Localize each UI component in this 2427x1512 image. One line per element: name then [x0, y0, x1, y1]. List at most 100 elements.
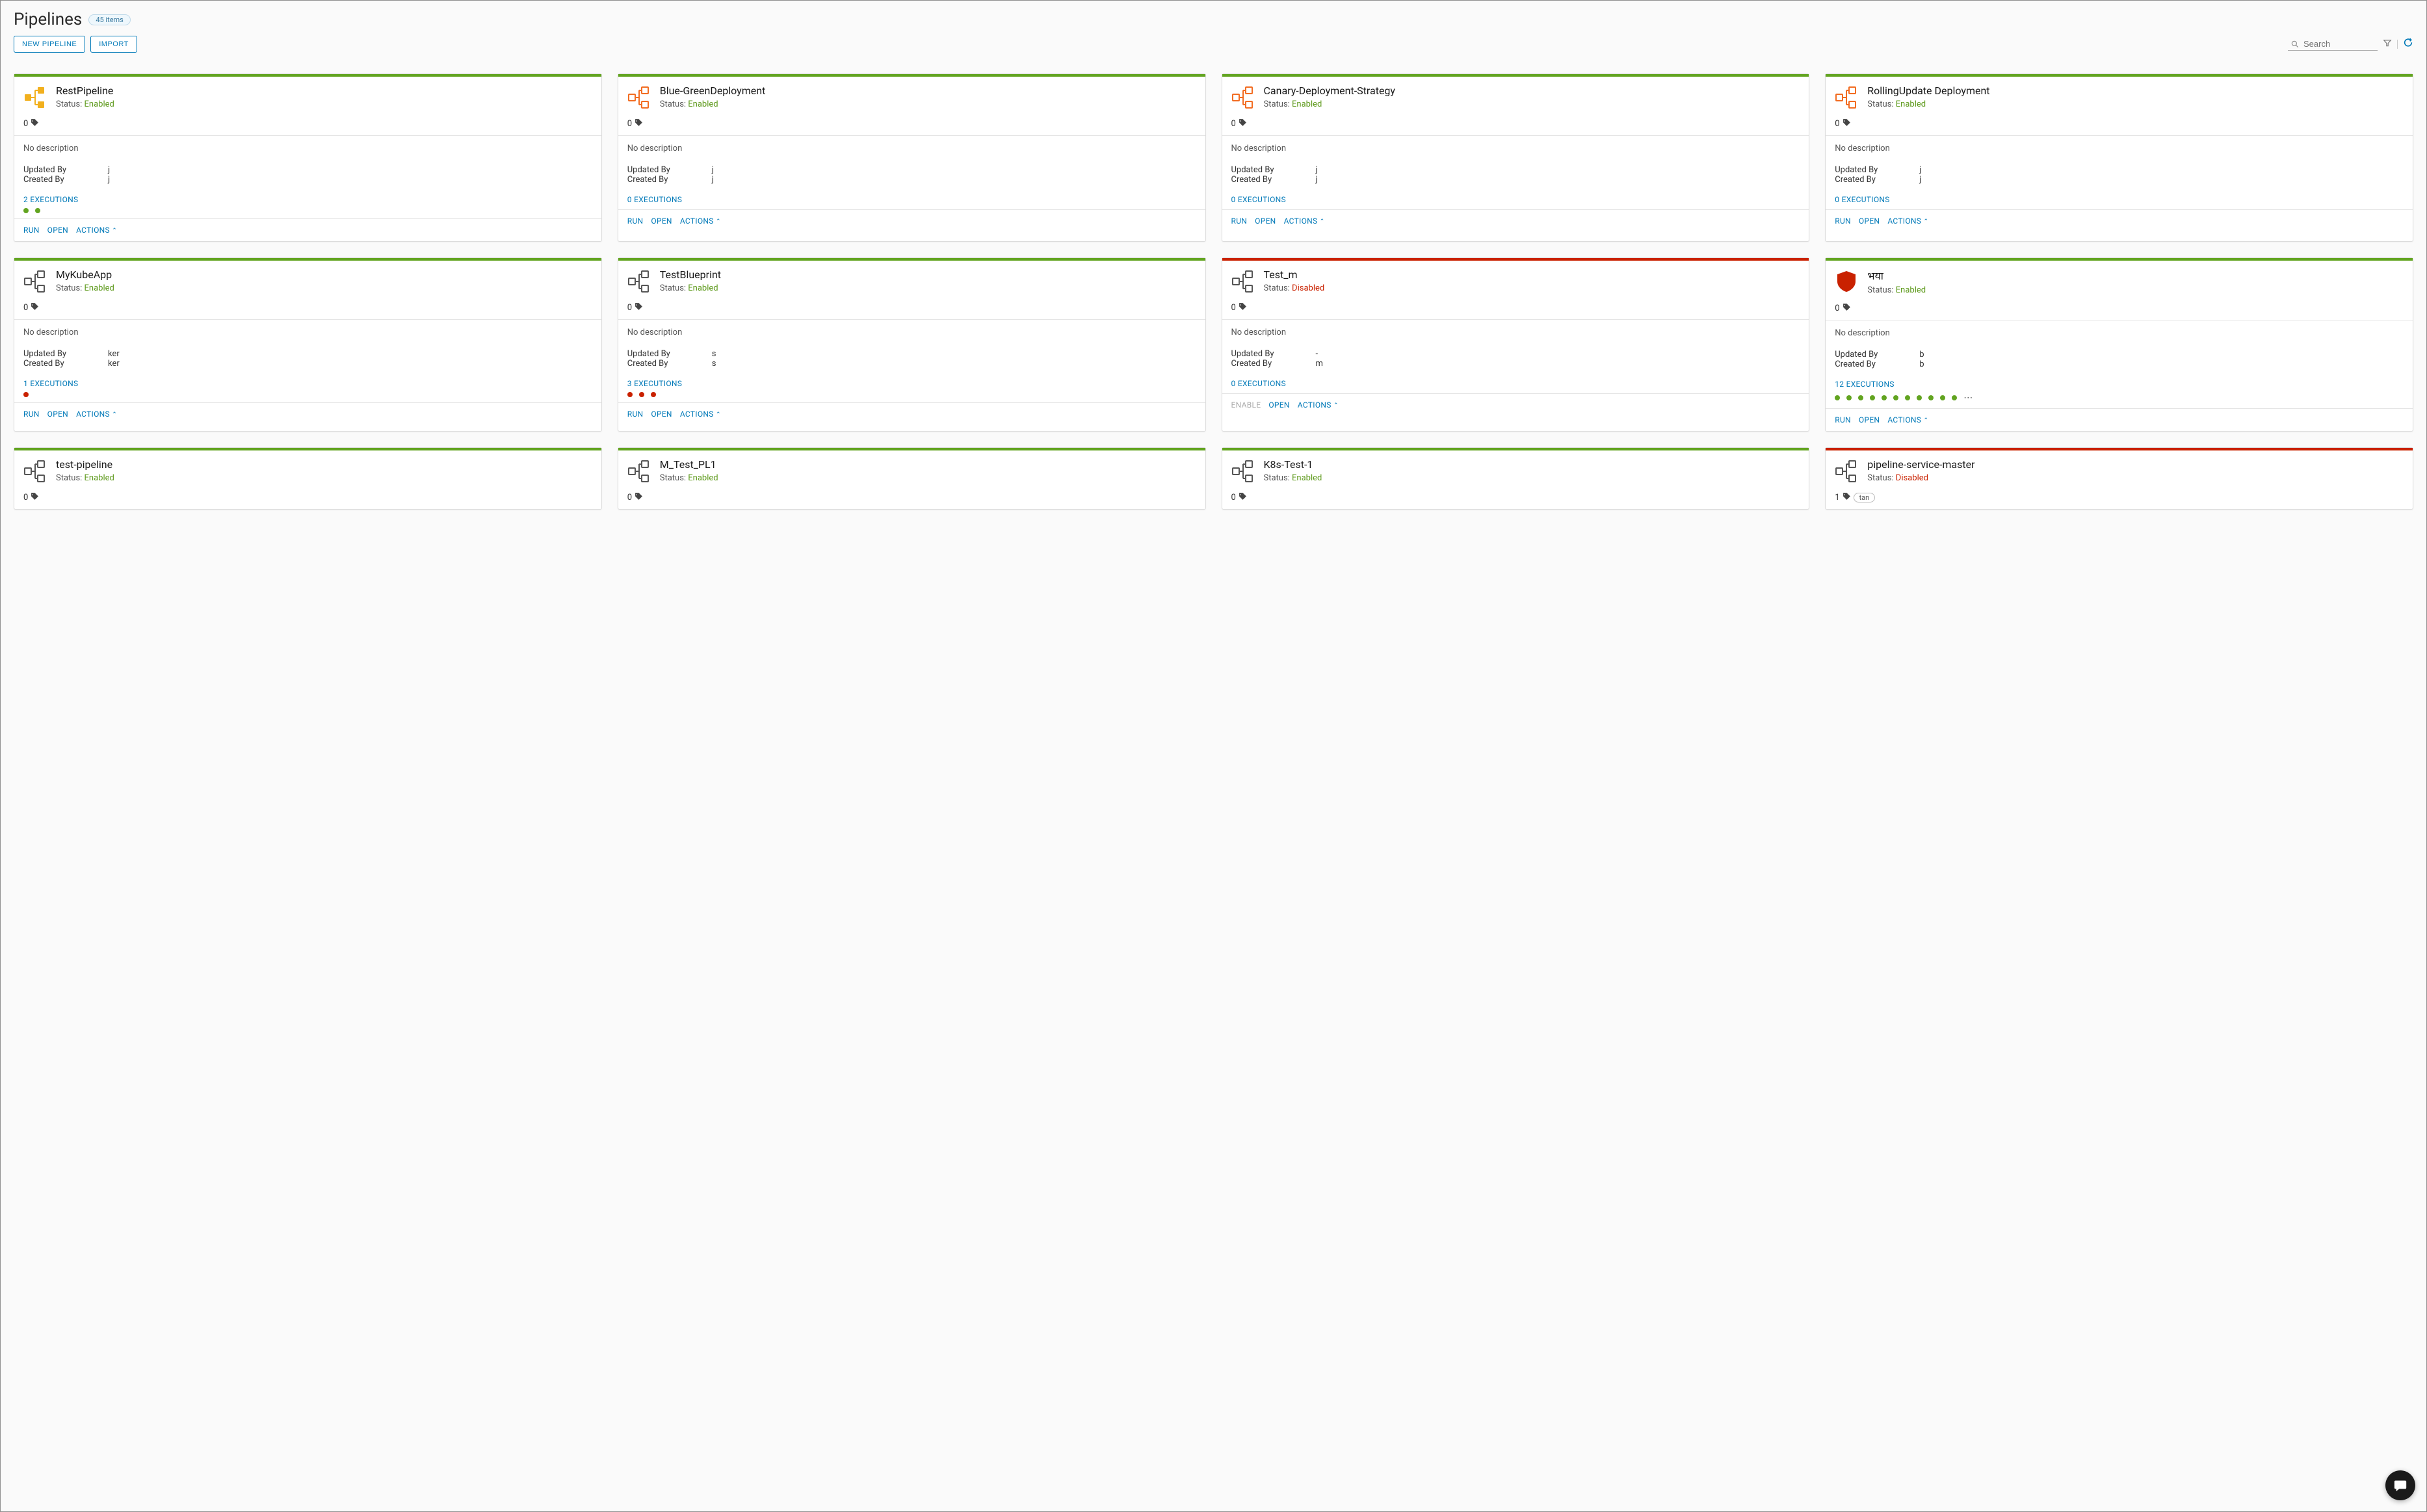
open-button[interactable]: OPEN	[651, 410, 672, 419]
enable-button[interactable]: ENABLE	[1231, 400, 1261, 410]
run-button[interactable]: RUN	[1835, 216, 1851, 226]
pipeline-name[interactable]: M_Test_PL1	[660, 458, 718, 471]
chevron-up-icon: ⌃	[112, 228, 117, 234]
tag-icon	[1843, 303, 1851, 313]
pipeline-description: No description	[1826, 320, 2413, 350]
pipeline-name[interactable]: Blue-GreenDeployment	[660, 85, 766, 97]
execution-dot	[23, 392, 29, 397]
run-button[interactable]: RUN	[1231, 216, 1248, 226]
pipeline-icon	[1833, 268, 1859, 294]
executions-link[interactable]: 3 EXECUTIONS	[627, 379, 1196, 388]
pipeline-card[interactable]: Blue-GreenDeploymentStatus: Enabled0No d…	[618, 73, 1206, 242]
execution-dot	[1952, 395, 1957, 400]
meta-row: Created Bys	[627, 359, 1196, 369]
run-button[interactable]: RUN	[627, 410, 644, 419]
executions-link[interactable]: 2 EXECUTIONS	[23, 195, 592, 204]
tag-icon	[1239, 118, 1247, 129]
executions-link[interactable]: 0 EXECUTIONS	[1231, 195, 1800, 204]
meta-value: j	[1919, 175, 1921, 185]
pipeline-card[interactable]: RollingUpdate DeploymentStatus: Enabled0…	[1825, 73, 2413, 242]
actions-dropdown[interactable]: ACTIONS ⌃	[1887, 216, 1928, 226]
meta-row: Created Byj	[1231, 175, 1800, 185]
actions-dropdown[interactable]: ACTIONS ⌃	[680, 410, 721, 419]
pipeline-icon	[22, 85, 48, 111]
more-dots-icon[interactable]: ⋯	[1963, 393, 1973, 403]
pipeline-description: No description	[14, 320, 601, 349]
actions-dropdown[interactable]: ACTIONS ⌃	[1887, 415, 1928, 424]
open-button[interactable]: OPEN	[47, 226, 68, 235]
tag-row: 0	[618, 300, 1205, 319]
run-button[interactable]: RUN	[23, 410, 40, 419]
pipeline-card[interactable]: pipeline-service-masterStatus: Disabled1…	[1825, 447, 2413, 510]
pipeline-card[interactable]: Canary-Deployment-StrategyStatus: Enable…	[1222, 73, 1810, 242]
pipeline-card[interactable]: TestBlueprintStatus: Enabled0No descript…	[618, 257, 1206, 432]
execution-dot	[1940, 395, 1945, 400]
pipeline-icon	[1230, 85, 1256, 111]
refresh-icon[interactable]	[2403, 38, 2413, 51]
run-button[interactable]: RUN	[23, 226, 40, 235]
tag-row: 0	[14, 300, 601, 319]
pipeline-icon	[1230, 458, 1256, 484]
pipeline-name[interactable]: Canary-Deployment-Strategy	[1264, 85, 1395, 97]
execution-dot	[627, 392, 633, 397]
pipeline-name[interactable]: pipeline-service-master	[1867, 458, 1974, 471]
execution-dot	[1882, 395, 1887, 400]
pipeline-icon	[22, 458, 48, 484]
pipeline-name[interactable]: RollingUpdate Deployment	[1867, 85, 1989, 97]
pipeline-card[interactable]: test-pipelineStatus: Enabled0	[14, 447, 602, 510]
run-button[interactable]: RUN	[1835, 415, 1851, 424]
chevron-up-icon: ⌃	[112, 411, 117, 418]
pipeline-name[interactable]: test-pipeline	[56, 458, 114, 471]
open-button[interactable]: OPEN	[1268, 400, 1289, 410]
tag-row: 0	[14, 116, 601, 135]
open-button[interactable]: OPEN	[1255, 216, 1276, 226]
execution-dots	[627, 392, 1196, 397]
search-input[interactable]	[2303, 39, 2375, 49]
tag-icon	[31, 492, 39, 502]
executions-link[interactable]: 0 EXECUTIONS	[1231, 379, 1800, 388]
tag-row: 1tan	[1826, 489, 2413, 509]
executions-link[interactable]: 0 EXECUTIONS	[1835, 195, 2404, 204]
execution-dots: ⋯	[1835, 393, 2404, 403]
executions-link[interactable]: 0 EXECUTIONS	[627, 195, 1196, 204]
executions-link[interactable]: 1 EXECUTIONS	[23, 379, 592, 388]
tag-chip[interactable]: tan	[1854, 493, 1876, 502]
open-button[interactable]: OPEN	[1859, 216, 1880, 226]
import-button[interactable]: IMPORT	[90, 36, 137, 53]
executions-link[interactable]: 12 EXECUTIONS	[1835, 380, 2404, 389]
meta-row: Created Byker	[23, 359, 592, 369]
execution-dot	[1870, 395, 1875, 400]
actions-dropdown[interactable]: ACTIONS ⌃	[680, 216, 721, 226]
pipeline-card[interactable]: MyKubeAppStatus: Enabled0No descriptionU…	[14, 257, 602, 432]
meta-label: Created By	[23, 175, 108, 185]
open-button[interactable]: OPEN	[1859, 415, 1880, 424]
actions-dropdown[interactable]: ACTIONS ⌃	[76, 226, 117, 235]
pipeline-card[interactable]: M_Test_PL1Status: Enabled0	[618, 447, 1206, 510]
actions-dropdown[interactable]: ACTIONS ⌃	[1284, 216, 1325, 226]
open-button[interactable]: OPEN	[651, 216, 672, 226]
pipeline-name[interactable]: TestBlueprint	[660, 268, 721, 281]
pipeline-card[interactable]: K8s-Test-1Status: Enabled0	[1222, 447, 1810, 510]
chat-widget-button[interactable]	[2385, 1470, 2415, 1500]
pipeline-status: Status: Enabled	[56, 99, 114, 109]
tag-count: 0	[1835, 304, 1839, 313]
actions-dropdown[interactable]: ACTIONS ⌃	[76, 410, 117, 419]
run-button[interactable]: RUN	[627, 216, 644, 226]
card-footer: RUN OPEN ACTIONS ⌃	[1222, 209, 1809, 232]
pipeline-card[interactable]: भयाStatus: Enabled0No descriptionUpdated…	[1825, 257, 2413, 432]
tag-count: 0	[1231, 119, 1236, 129]
pipeline-name[interactable]: MyKubeApp	[56, 268, 114, 281]
pipeline-status: Status: Enabled	[56, 473, 114, 483]
filter-icon[interactable]	[2383, 38, 2392, 50]
pipeline-card[interactable]: RestPipelineStatus: Enabled0No descripti…	[14, 73, 602, 242]
pipeline-name[interactable]: Test_m	[1264, 268, 1325, 281]
pipeline-name[interactable]: K8s-Test-1	[1264, 458, 1322, 471]
new-pipeline-button[interactable]: NEW PIPELINE	[14, 36, 85, 53]
actions-dropdown[interactable]: ACTIONS ⌃	[1298, 400, 1339, 410]
pipeline-card[interactable]: Test_mStatus: Disabled0No descriptionUpd…	[1222, 257, 1810, 432]
pipeline-name[interactable]: RestPipeline	[56, 85, 114, 97]
meta-row: Updated Byj	[23, 165, 592, 175]
search-input-wrap[interactable]	[2288, 38, 2378, 51]
pipeline-name[interactable]: भया	[1867, 268, 1926, 283]
open-button[interactable]: OPEN	[47, 410, 68, 419]
